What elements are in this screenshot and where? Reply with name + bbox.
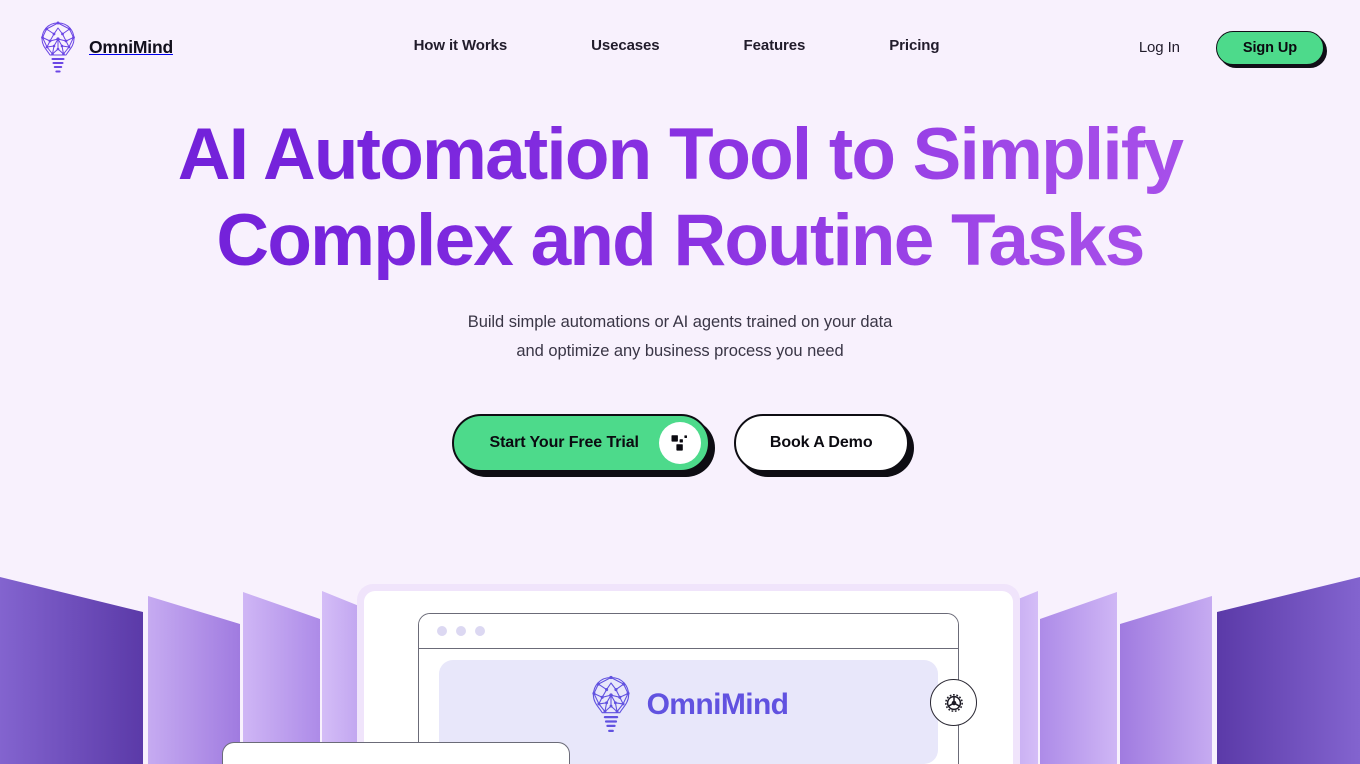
brand-name: OmniMind — [89, 37, 173, 57]
lightbulb-network-icon — [591, 675, 630, 733]
peek-card — [222, 742, 570, 764]
nav-item-how-it-works[interactable]: How it Works — [379, 37, 550, 54]
traffic-light-dot — [456, 626, 466, 636]
browser-titlebar — [419, 614, 958, 649]
hero-subtitle: Build simple automations or AI agents tr… — [0, 308, 1360, 366]
product-mockup: OmniMind — [357, 584, 1020, 764]
site-header: OmniMind How it Works Usecases Features … — [0, 0, 1360, 95]
cta-row: Start Your Free Trial Book A Demo — [0, 414, 1360, 472]
start-free-trial-button[interactable]: Start Your Free Trial — [451, 414, 710, 472]
subtitle-line-1: Build simple automations or AI agents tr… — [467, 313, 893, 331]
traffic-light-dot — [437, 626, 447, 636]
headline-line-1: AI Automation Tool to Simplify — [177, 114, 1183, 195]
nav-item-usecases[interactable]: Usecases — [549, 37, 701, 54]
lightbulb-network-icon — [41, 21, 75, 73]
nav-item-pricing[interactable]: Pricing — [847, 37, 981, 54]
start-free-trial-label: Start Your Free Trial — [489, 434, 639, 451]
page-title: AI Automation Tool to Simplify Complex a… — [0, 112, 1360, 284]
header-actions: Log In Sign Up — [1139, 30, 1324, 65]
mockup-white-panel: OmniMind — [364, 591, 1013, 764]
signup-button[interactable]: Sign Up — [1215, 30, 1324, 65]
brand-logo-link[interactable]: OmniMind — [38, 20, 173, 76]
main-nav: How it Works Usecases Features Pricing — [379, 37, 982, 54]
mockup-brand-name: OmniMind — [646, 688, 789, 721]
landing-page: OmniMind How it Works Usecases Features … — [0, 0, 1360, 764]
pixel-arrow-icon — [658, 422, 701, 464]
nav-item-features[interactable]: Features — [702, 37, 848, 54]
traffic-light-dot — [475, 626, 485, 636]
subtitle-line-2: and optimize any business process you ne… — [516, 342, 844, 360]
book-demo-button[interactable]: Book A Demo — [733, 414, 909, 472]
headline-line-2: Complex and Routine Tasks — [216, 200, 1144, 281]
login-link[interactable]: Log In — [1139, 39, 1180, 56]
gear-icon[interactable] — [930, 679, 977, 726]
